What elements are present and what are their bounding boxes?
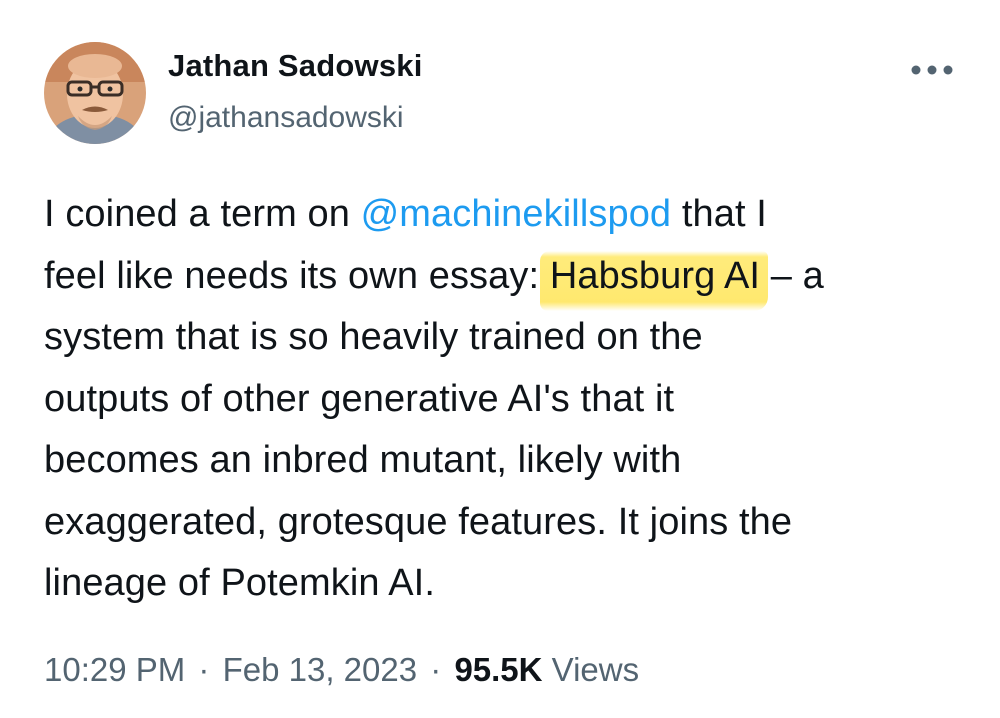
- tweet-time[interactable]: 10:29 PM: [44, 651, 185, 688]
- tweet-text-line: outputs of other generative AI's that it: [44, 369, 974, 431]
- text-segment: lineage of Potemkin AI.: [44, 562, 435, 604]
- text-segment: system that is so heavily trained on the: [44, 316, 703, 358]
- author-handle[interactable]: @jathansadowski: [168, 98, 404, 138]
- tweet-text-line: feel like needs its own essay: Habsburg …: [44, 246, 974, 311]
- text-segment: becomes an inbred mutant, likely with: [44, 439, 682, 481]
- views-label: Views: [551, 651, 640, 688]
- mention-link[interactable]: @machinekillspod: [361, 193, 672, 235]
- highlighted-term: Habsburg AI: [539, 250, 769, 311]
- tweet-text-line: I coined a term on @machinekillspod that…: [44, 184, 974, 246]
- text-segment: that I: [671, 193, 767, 235]
- tweet-text: I coined a term on @machinekillspod that…: [44, 184, 974, 615]
- text-segment: feel like needs its own essay:: [44, 254, 550, 297]
- avatar[interactable]: [44, 42, 146, 144]
- tweet-text-line: system that is so heavily trained on the: [44, 307, 974, 369]
- views-count: 95.5K: [454, 651, 543, 688]
- meta-separator: ·: [430, 651, 442, 688]
- profile-photo-icon: [44, 42, 146, 144]
- text-segment: – a: [760, 254, 824, 297]
- tweet-text-line: becomes an inbred mutant, likely with: [44, 430, 974, 492]
- text-segment: outputs of other generative AI's that it: [44, 377, 675, 420]
- tweet-text-line: exaggerated, grotesque features. It join…: [44, 492, 974, 554]
- tweet-card: Jathan Sadowski @jathansadowski I coined…: [0, 0, 1000, 718]
- more-options-button[interactable]: [904, 52, 960, 88]
- tweet-date[interactable]: Feb 13, 2023: [223, 651, 418, 688]
- text-segment: exaggerated, grotesque features. It join…: [44, 500, 793, 543]
- text-segment: I coined a term on: [44, 193, 361, 235]
- tweet-text-line: lineage of Potemkin AI.: [44, 553, 974, 615]
- tweet-meta: 10:29 PM · Feb 13, 2023 · 95.5K Views: [44, 648, 639, 692]
- ellipsis-icon: [911, 65, 953, 75]
- author-display-name[interactable]: Jathan Sadowski: [168, 46, 423, 86]
- meta-separator: ·: [198, 651, 210, 688]
